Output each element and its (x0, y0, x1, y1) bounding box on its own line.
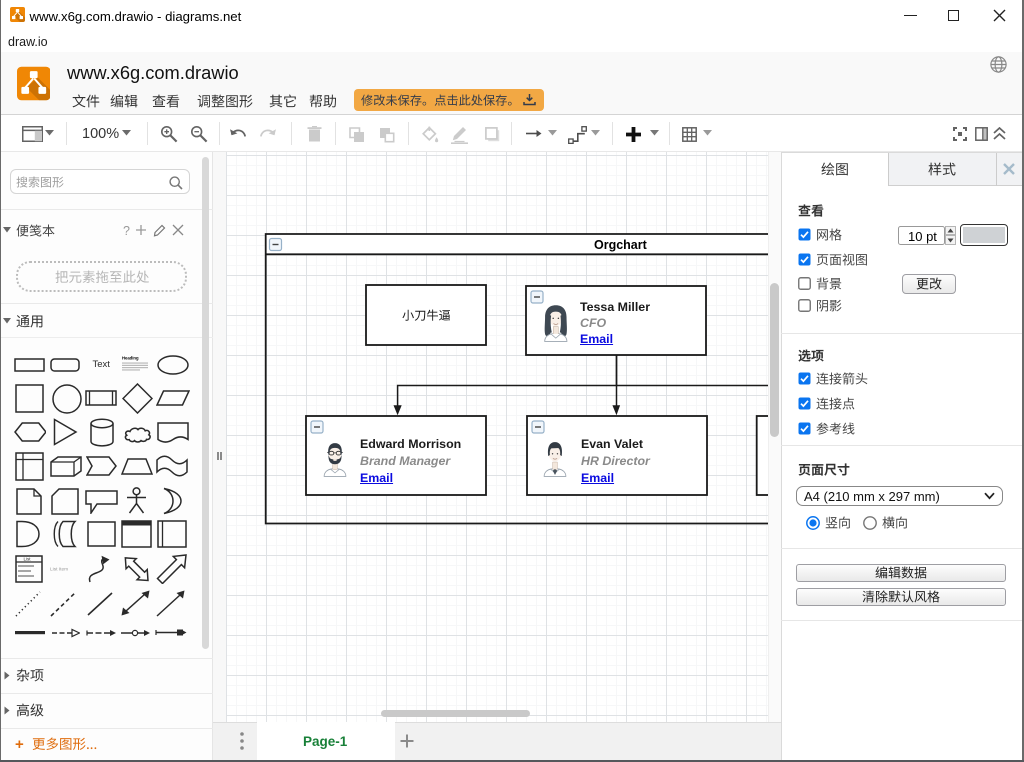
svg-text:Heading: Heading (122, 356, 139, 361)
svg-text:List: List (24, 556, 32, 561)
svg-text:List Item: List Item (50, 567, 68, 573)
